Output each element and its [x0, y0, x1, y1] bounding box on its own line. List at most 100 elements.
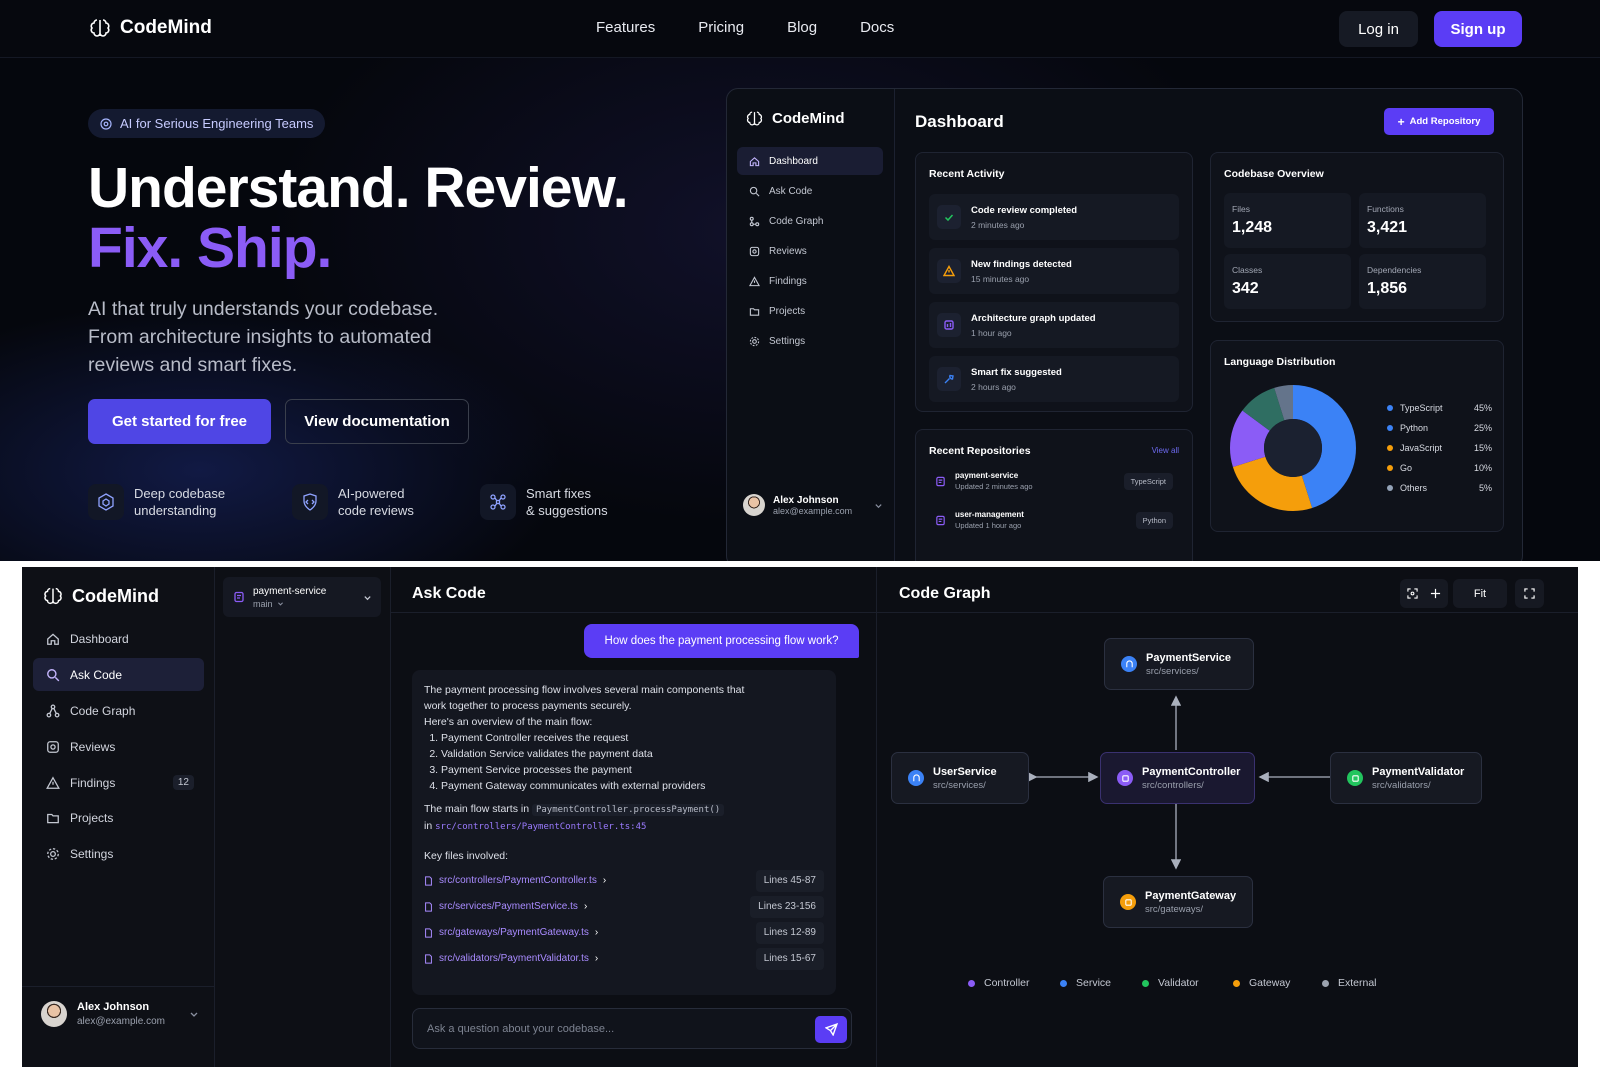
app-brand[interactable]: CodeMind [42, 585, 159, 607]
repo-icon [234, 591, 244, 603]
key-file-row[interactable]: src/validators/PaymentValidator.ts › Lines… [424, 948, 824, 970]
search-icon [749, 186, 760, 196]
file-lines: Lines 23-156 [750, 896, 824, 918]
sidebar-item-label: Projects [70, 810, 114, 825]
repo-name: payment-service [253, 585, 327, 597]
app-sidebar: CodeMind Dashboard Ask Code Code Graph R… [22, 567, 215, 1067]
graph-node-user-service[interactable]: UserService src/services/ [891, 752, 1029, 804]
key-file-row[interactable]: src/controllers/PaymentController.ts › Lin… [424, 870, 824, 892]
dash-nav-findings[interactable]: Findings [737, 267, 883, 295]
recent-repositories-card: Recent Repositories View all payment-ser… [915, 429, 1193, 561]
chevron-down-icon [190, 1012, 198, 1017]
dash-nav-code-graph[interactable]: Code Graph [737, 207, 883, 235]
repo-name: user-management [955, 510, 1024, 519]
activity-item[interactable]: New findings detected 15 minutes ago [929, 248, 1179, 294]
recent-activity-card: Recent Activity Code review completed 2 m… [915, 152, 1193, 412]
legend-label: JavaScript [1400, 443, 1443, 453]
key-file-row[interactable]: src/gateways/PaymentGateway.ts › Lines 12-… [424, 922, 824, 944]
file-icon [425, 902, 432, 912]
graph-icon [46, 704, 60, 717]
get-started-button[interactable]: Get started for free [88, 399, 271, 444]
graph-node-payment-validator[interactable]: PaymentValidator src/validators/ [1330, 752, 1482, 804]
dash-nav-dashboard[interactable]: Dashboard [737, 147, 883, 175]
send-button[interactable] [815, 1016, 847, 1043]
ask-input-box[interactable]: Ask a question about your codebase... [412, 1008, 852, 1049]
dash-nav-projects[interactable]: Projects [737, 297, 883, 325]
sidebar-item-dashboard[interactable]: Dashboard [33, 622, 204, 655]
dash-nav-label: Projects [769, 305, 806, 317]
dashboard-main: Dashboard + Add Repository Recent Activit… [895, 89, 1522, 561]
legend-label: Python [1400, 423, 1429, 433]
add-repository-button[interactable]: + Add Repository [1384, 108, 1494, 135]
nav-link-docs[interactable]: Docs [860, 19, 894, 36]
user-email: alex@example.com [773, 505, 853, 516]
folder-icon [47, 813, 59, 823]
nav-link-pricing[interactable]: Pricing [698, 19, 744, 36]
dash-nav-settings[interactable]: Settings [737, 327, 883, 355]
dashboard-brand[interactable]: CodeMind [745, 109, 845, 128]
graph-node-payment-controller[interactable]: PaymentController src/controllers/ [1100, 752, 1255, 804]
ask-input-placeholder[interactable]: Ask a question about your codebase... [427, 1023, 614, 1035]
legend-percent: 10% [1473, 463, 1492, 473]
activity-time: 1 hour ago [971, 327, 1012, 338]
activity-item[interactable]: Architecture graph updated 1 hour ago [929, 302, 1179, 348]
nav-link-blog[interactable]: Blog [787, 19, 817, 36]
legend-item-service: Service [1060, 977, 1111, 989]
sidebar-item-findings[interactable]: Findings 12 [33, 766, 204, 799]
repo-language-tag: Python [1135, 511, 1173, 529]
card-title: Recent Activity [929, 168, 1005, 180]
headline-line-1: Understand. Review. [88, 156, 629, 220]
view-docs-button[interactable]: View documentation [285, 399, 469, 444]
activity-item[interactable]: Smart fix suggested 2 hours ago [929, 356, 1179, 402]
repository-row[interactable]: payment-service Updated 2 minutes ago Typ… [929, 466, 1179, 496]
repository-row[interactable]: user-management Updated 1 hour ago Python [929, 505, 1179, 535]
activity-item[interactable]: Code review completed 2 minutes ago [929, 194, 1179, 240]
node-name: PaymentGateway [1145, 889, 1237, 902]
brain-icon [44, 587, 62, 604]
sidebar-item-ask-code[interactable]: Ask Code [33, 658, 204, 691]
divider [391, 612, 877, 613]
app-user[interactable]: Alex Johnson alex@example.com [41, 1001, 199, 1027]
flow-path-link[interactable]: src/controllers/PaymentController.ts:45 [435, 822, 646, 832]
search-icon [47, 668, 60, 681]
legend-label: TypeScript [1400, 403, 1443, 413]
key-file-row[interactable]: src/services/PaymentService.ts › Lines 23-… [424, 896, 824, 918]
legend-label: Others [1400, 483, 1428, 493]
graph-node-payment-service[interactable]: PaymentService src/services/ [1104, 638, 1254, 690]
chevron-right-icon: › [602, 875, 607, 886]
brand-name: CodeMind [72, 585, 159, 606]
legend-percent: 5% [1478, 483, 1492, 493]
sidebar-item-reviews[interactable]: Reviews [33, 730, 204, 763]
panel-title: Ask Code [412, 585, 486, 602]
sidebar-item-code-graph[interactable]: Code Graph [33, 694, 204, 727]
repo-language-tag: TypeScript [1123, 472, 1173, 490]
activity-time: 2 minutes ago [971, 219, 1025, 230]
brand-name: CodeMind [120, 17, 212, 38]
sidebar-item-settings[interactable]: Settings [33, 837, 204, 870]
file-path: src/services/PaymentService.ts [439, 901, 578, 912]
stat-dependencies: Dependencies 1,856 [1359, 254, 1486, 309]
brand-logo[interactable]: CodeMind [88, 16, 212, 40]
nav-link-features[interactable]: Features [596, 19, 655, 36]
sidebar-item-projects[interactable]: Projects [33, 801, 204, 834]
plus-icon: + [1397, 114, 1405, 129]
feature-fixes: Smart fixes & suggestions [480, 484, 608, 520]
send-icon [824, 1023, 838, 1036]
login-button[interactable]: Log in [1339, 11, 1418, 47]
signup-button[interactable]: Sign up [1434, 11, 1522, 47]
dash-nav-ask-code[interactable]: Ask Code [737, 177, 883, 205]
repository-selector[interactable]: payment-service main [223, 577, 381, 617]
graph-node-payment-gateway[interactable]: PaymentGateway src/gateways/ [1103, 876, 1253, 928]
dashboard-user[interactable]: Alex Johnson alex@example.com [743, 494, 883, 516]
branch-name: main [253, 598, 273, 609]
headline-line-2: Fix. Ship. [88, 216, 332, 280]
view-all-link[interactable]: View all [1152, 446, 1179, 455]
dash-nav-reviews[interactable]: Reviews [737, 237, 883, 265]
activity-title: Smart fix suggested [971, 366, 1062, 378]
dash-nav-label: Findings [769, 275, 807, 287]
legend-label: Validator [1158, 977, 1199, 989]
tagline-text: AI for Serious Engineering Teams [120, 116, 314, 131]
flow-start-text: The main flow starts in [424, 803, 530, 815]
stat-label: Classes [1232, 265, 1263, 275]
user-question-bubble: How does the payment processing flow wor… [584, 624, 859, 658]
